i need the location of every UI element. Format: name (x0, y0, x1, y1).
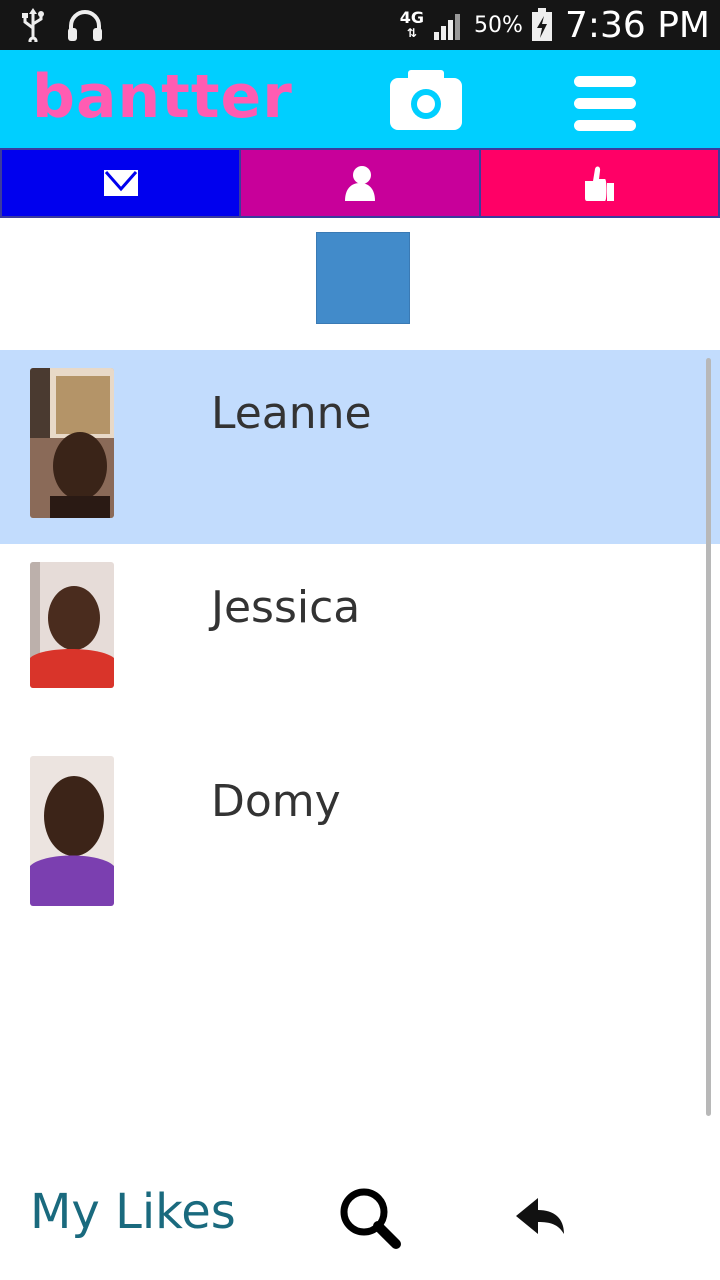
list-item[interactable]: Domy (0, 738, 720, 932)
menu-button[interactable] (574, 74, 638, 134)
clock: 7:36 PM (564, 4, 710, 46)
tab-messages[interactable] (0, 148, 242, 218)
app-logo: bantter (32, 62, 293, 132)
contact-name: Jessica (211, 582, 361, 633)
status-right-icons: 4G ⇅ 50% 7:36 PM (400, 0, 710, 50)
scrollbar[interactable] (706, 358, 711, 1116)
tab-likes[interactable] (480, 148, 720, 218)
person-icon (344, 166, 375, 201)
app-header: bantter (0, 50, 720, 148)
contact-name: Leanne (211, 388, 372, 439)
reply-arrow-icon (516, 1198, 564, 1234)
headphones-icon (68, 10, 102, 41)
tab-bar (0, 148, 720, 218)
my-likes-link[interactable]: My Likes (30, 1184, 236, 1240)
search-icon (340, 1188, 401, 1249)
usb-icon (22, 8, 44, 42)
bottom-bar: My Likes (0, 1170, 720, 1280)
list-item[interactable]: Jessica (0, 544, 720, 738)
avatar (30, 368, 114, 518)
camera-icon (390, 70, 462, 130)
contact-list: Leanne Jessica Domy (0, 350, 720, 932)
contact-name: Domy (211, 776, 341, 827)
signal-icon (434, 14, 461, 40)
profile-placeholder-image (316, 232, 410, 324)
battery-charging-icon (531, 8, 552, 41)
thumbs-up-icon (585, 166, 615, 201)
search-button[interactable] (338, 1186, 402, 1250)
status-left-icons (18, 8, 104, 42)
avatar (30, 562, 114, 688)
network-type: 4G ⇅ (399, 7, 425, 40)
envelope-icon (103, 170, 138, 196)
avatar (30, 756, 114, 906)
status-bar: 4G ⇅ 50% 7:36 PM (0, 0, 720, 50)
battery-percent: 50% (474, 12, 523, 38)
hamburger-menu-icon (574, 76, 636, 131)
list-item[interactable]: Leanne (0, 350, 720, 544)
tab-profile[interactable] (241, 148, 481, 218)
camera-button[interactable] (388, 68, 464, 132)
back-button[interactable] (510, 1186, 570, 1246)
